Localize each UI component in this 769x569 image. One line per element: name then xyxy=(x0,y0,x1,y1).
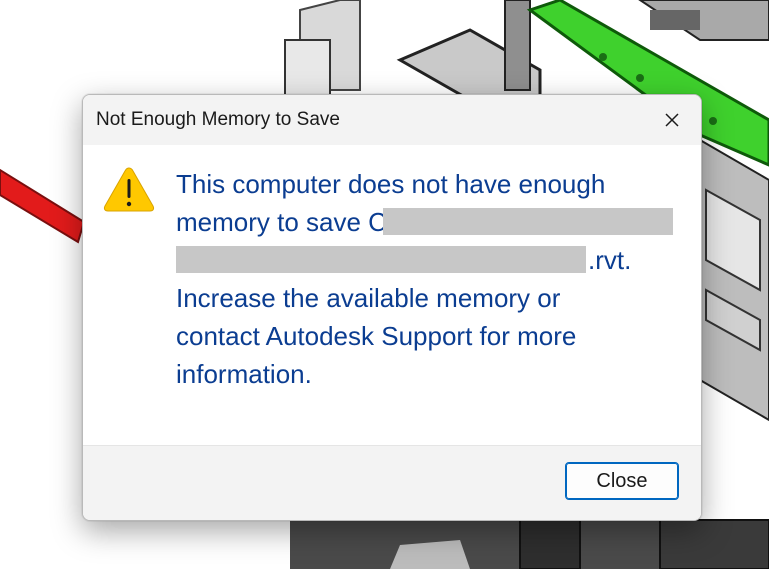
dialog-title: Not Enough Memory to Save xyxy=(96,109,340,130)
message-line-2: memory to save C xyxy=(176,203,676,241)
message-line-1: This computer does not have enough xyxy=(176,169,606,199)
not-enough-memory-dialog: Not Enough Memory to Save This computer … xyxy=(82,94,702,521)
dialog-message: This computer does not have enough memor… xyxy=(176,165,676,393)
warning-icon xyxy=(103,165,155,213)
message-line-6: information. xyxy=(176,359,312,389)
file-extension-text: .rvt. xyxy=(588,245,632,275)
dialog-titlebar: Not Enough Memory to Save xyxy=(83,95,701,145)
dialog-content: This computer does not have enough memor… xyxy=(83,145,701,445)
redacted-file-name xyxy=(176,246,586,273)
redacted-file-path xyxy=(382,208,673,235)
message-line-2-text: memory to save C xyxy=(176,207,387,237)
message-line-4: Increase the available memory or xyxy=(176,283,561,313)
close-button[interactable]: Close xyxy=(565,462,679,500)
dialog-footer: Close xyxy=(83,445,701,520)
message-line-5: contact Autodesk Support for more xyxy=(176,321,577,351)
close-icon[interactable] xyxy=(643,95,701,145)
message-line-3: .rvt. xyxy=(176,241,676,279)
